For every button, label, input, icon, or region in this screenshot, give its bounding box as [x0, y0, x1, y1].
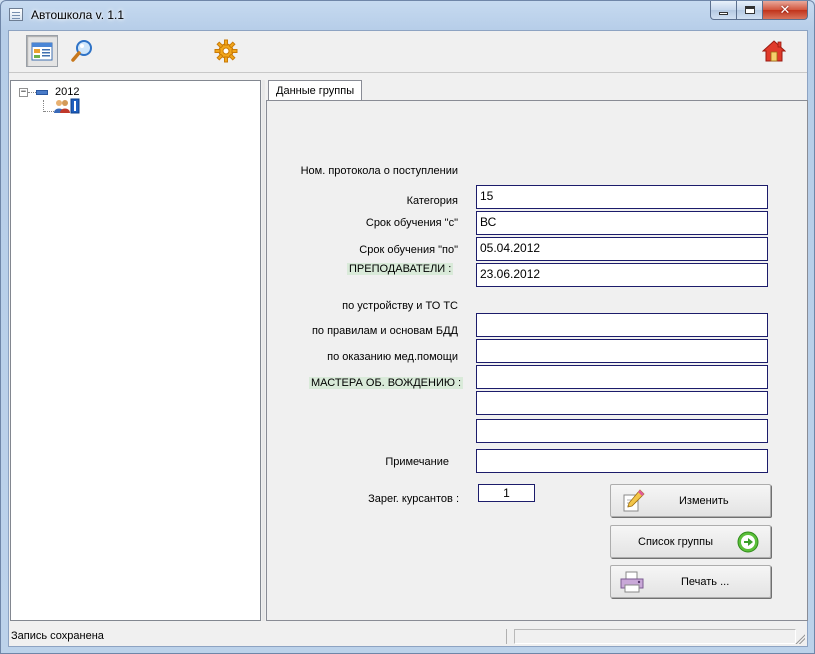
settings-button[interactable]: [210, 35, 242, 67]
title-bar[interactable]: Автошкола v. 1.1 ✕: [1, 1, 814, 29]
study-to-field[interactable]: 23.06.2012: [476, 263, 768, 287]
close-icon: ✕: [779, 2, 791, 18]
edit-button-label: Изменить: [679, 495, 729, 507]
medical-teacher-label: по оказанию мед.помощи: [327, 351, 458, 363]
group-list-button-main[interactable]: Список группы: [610, 525, 771, 558]
tree-node-group[interactable]: [54, 98, 80, 114]
driving-master-1-field[interactable]: [476, 391, 768, 415]
arrow-right-circle-icon: [737, 531, 759, 553]
app-icon: [9, 8, 23, 21]
device-teacher-label: по устройству и ТО ТС: [342, 300, 458, 312]
collapse-icon[interactable]: −: [19, 87, 28, 97]
print-button-label: Печать ...: [681, 576, 730, 588]
edit-button[interactable]: Изменить: [610, 484, 771, 517]
minimize-icon: [719, 11, 728, 15]
masters-header: МАСТЕРА ОБ. ВОЖДЕНИЮ :: [309, 377, 464, 389]
students-group-icon: [54, 98, 80, 114]
search-button[interactable]: [66, 35, 98, 67]
home-icon: [762, 40, 786, 62]
rules-teacher-field[interactable]: [476, 339, 768, 363]
caption-buttons: ✕: [710, 1, 808, 20]
minimize-button[interactable]: [710, 1, 737, 20]
tab-group-data[interactable]: Данные группы: [268, 80, 363, 101]
app-window: Автошкола v. 1.1 ✕ − 2012 Данные группы …: [0, 0, 815, 654]
device-teacher-field[interactable]: [476, 313, 768, 337]
client-area: − 2012 Данные группы Ном. протокола о по…: [8, 30, 808, 647]
resize-grip-icon[interactable]: [794, 633, 805, 644]
status-bar: Запись сохранена: [9, 627, 807, 646]
note-field[interactable]: [476, 449, 768, 473]
home-button[interactable]: [758, 35, 790, 67]
window-title: Автошкола v. 1.1: [31, 8, 125, 22]
registered-students-field[interactable]: 1: [478, 484, 535, 502]
driving-master-2-field[interactable]: [476, 419, 768, 443]
protocol-field[interactable]: 15: [476, 185, 768, 209]
note-label: Примечание: [385, 456, 449, 468]
panel-splitter[interactable]: [262, 80, 265, 621]
close-button[interactable]: ✕: [763, 1, 808, 20]
group-list-button[interactable]: [26, 35, 58, 67]
settings-gear-icon: [214, 39, 238, 63]
study-to-label: Срок обучения "по": [359, 244, 458, 256]
registered-students-label: Зарег. курсантов :: [368, 493, 459, 505]
maximize-icon: [744, 6, 755, 14]
medical-teacher-field[interactable]: [476, 365, 768, 389]
status-panel-secondary: [514, 629, 796, 644]
category-field[interactable]: ВС: [476, 211, 768, 235]
study-from-field[interactable]: 05.04.2012: [476, 237, 768, 261]
tab-control: Данные группы Ном. протокола о поступлен…: [266, 80, 808, 621]
group-tree[interactable]: − 2012: [10, 80, 261, 621]
tree-connector-horizontal: [44, 111, 54, 112]
status-divider: [506, 629, 507, 644]
toolbar: [9, 31, 807, 73]
rules-teacher-label: по правилам и основам БДД: [311, 325, 458, 337]
group-list-button-label: Список группы: [638, 536, 713, 548]
search-icon: [71, 40, 92, 62]
group-data-page: Ном. протокола о поступлении 15 Категори…: [266, 100, 808, 621]
category-label: Категория: [406, 195, 458, 207]
tree-node-label: 2012: [55, 86, 80, 98]
status-text: Запись сохранена: [11, 630, 104, 642]
protocol-label: Ном. протокола о поступлении: [300, 165, 458, 177]
printer-icon: [620, 571, 644, 593]
tree-node-2012[interactable]: − 2012: [19, 85, 79, 99]
teachers-header: ПРЕПОДАВАТЕЛИ :: [347, 263, 454, 275]
edit-pencil-icon: [623, 489, 645, 512]
group-list-icon: [31, 42, 53, 61]
year-node-icon: [36, 89, 48, 95]
print-button[interactable]: Печать ...: [610, 565, 771, 598]
maximize-button[interactable]: [737, 1, 763, 20]
tree-connector: [28, 91, 36, 93]
study-from-label: Срок обучения "с": [365, 217, 458, 229]
